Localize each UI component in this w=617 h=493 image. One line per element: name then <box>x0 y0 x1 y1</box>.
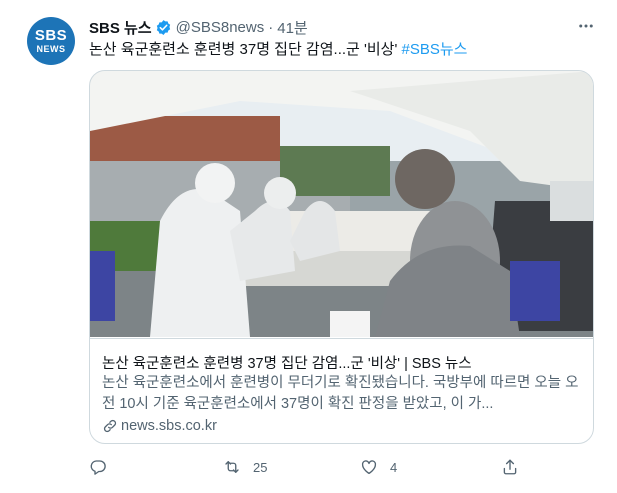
retweet-button[interactable]: 25 <box>223 458 267 476</box>
separator-dot: · <box>268 18 274 36</box>
reply-icon <box>90 460 106 475</box>
link-preview-card[interactable]: 논산 육군훈련소 훈련병 37명 집단 감염...군 '비상' | SBS 뉴스… <box>89 70 594 444</box>
tweet-timestamp[interactable]: 41분 <box>277 17 308 38</box>
avatar-logo-text: SBS <box>34 27 68 44</box>
tweet-body: 논산 육군훈련소 훈련병 37명 집단 감염...군 '비상' <box>89 41 398 58</box>
avatar-logo-subtext: NEWS <box>36 44 66 54</box>
verified-badge-icon <box>155 19 172 36</box>
like-icon <box>361 460 377 475</box>
card-title[interactable]: 논산 육군훈련소 훈련병 37명 집단 감염...군 '비상' | SBS 뉴스 <box>102 352 472 373</box>
card-domain-text: news.sbs.co.kr <box>121 418 217 434</box>
share-icon <box>503 459 517 475</box>
card-description: 논산 육군훈련소에서 훈련병이 무더기로 확진됐습니다. 국방부에 따르면 오늘… <box>102 375 579 412</box>
card-image[interactable] <box>90 71 593 337</box>
more-icon[interactable] <box>574 14 598 38</box>
tweet[interactable]: SBS NEWS SBS 뉴스 @SBS8news · 41분 논산 육군훈련소… <box>0 0 617 493</box>
retweet-count: 25 <box>253 459 268 475</box>
link-icon <box>103 419 117 433</box>
share-button[interactable] <box>501 458 519 476</box>
like-count: 4 <box>390 459 398 475</box>
account-handle[interactable]: @SBS8news <box>176 19 265 36</box>
reply-button[interactable] <box>89 458 119 476</box>
account-name[interactable]: SBS 뉴스 <box>89 17 152 38</box>
card-body[interactable]: 논산 육군훈련소 훈련병 37명 집단 감염...군 '비상' | SBS 뉴스… <box>90 338 593 443</box>
hashtag-link[interactable]: #SBS뉴스 <box>402 41 468 58</box>
avatar[interactable]: SBS NEWS <box>27 17 75 65</box>
card-photo <box>90 71 593 337</box>
action-bar: 25 4 <box>89 458 529 478</box>
card-domain[interactable]: news.sbs.co.kr <box>102 418 217 434</box>
retweet-icon <box>225 461 239 473</box>
tweet-text: 논산 육군훈련소 훈련병 37명 집단 감염...군 '비상' #SBS뉴스 <box>89 40 467 60</box>
like-button[interactable]: 4 <box>360 458 397 476</box>
tweet-header: SBS 뉴스 @SBS8news · 41분 <box>89 17 308 37</box>
